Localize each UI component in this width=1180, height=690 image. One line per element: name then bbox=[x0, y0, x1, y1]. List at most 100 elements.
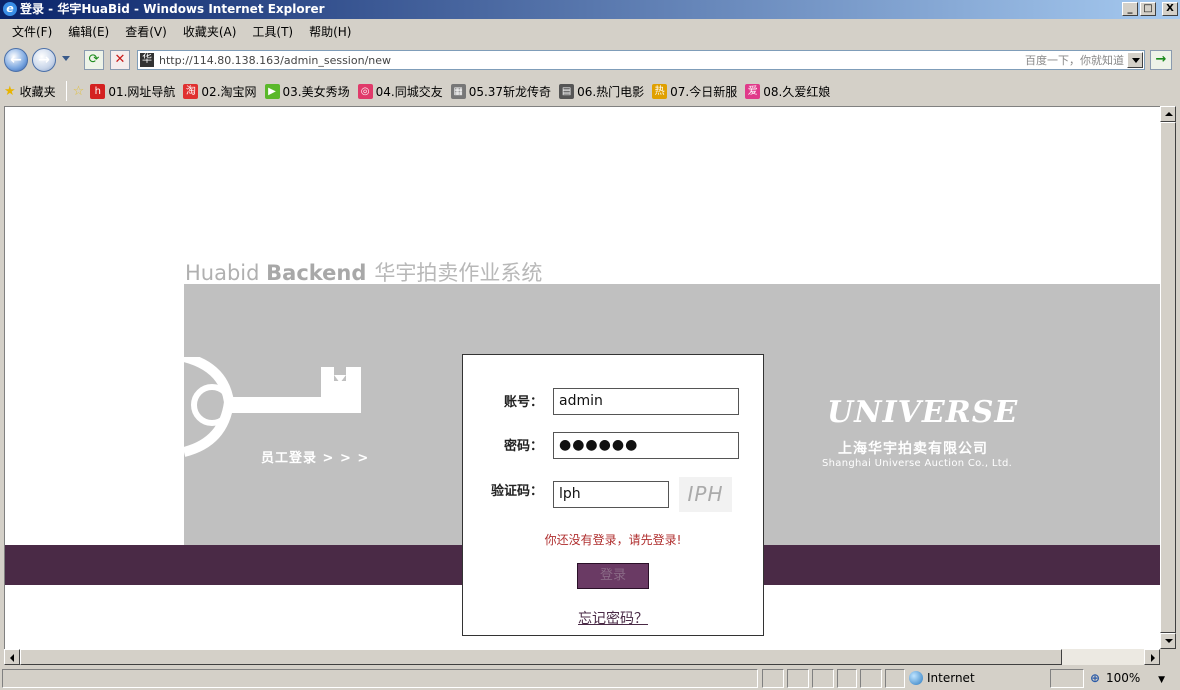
captcha-label: 验证码： bbox=[490, 484, 543, 499]
title-bar: e 登录 - 华宇HuaBid - Windows Internet Explo… bbox=[0, 0, 1180, 19]
forward-button[interactable]: → bbox=[32, 48, 56, 72]
favorites-star-icon[interactable]: ★ bbox=[4, 84, 16, 99]
favorites-button[interactable]: 收藏夹 bbox=[20, 83, 56, 100]
captcha-image[interactable]: IPH bbox=[679, 477, 732, 512]
vertical-scrollbar[interactable] bbox=[1160, 106, 1176, 649]
zoom-level: 100% bbox=[1106, 671, 1141, 685]
menu-file[interactable]: 文件(F) bbox=[4, 23, 60, 40]
menu-edit[interactable]: 编辑(E) bbox=[60, 23, 117, 40]
search-hint: 百度一下，你就知道 bbox=[1025, 54, 1124, 67]
favorite-label: 02.淘宝网 bbox=[201, 84, 257, 99]
go-button[interactable]: → bbox=[1150, 50, 1172, 70]
status-panel bbox=[812, 669, 834, 688]
favorite-label: 01.网址导航 bbox=[108, 84, 176, 99]
taobao-icon: 淘 bbox=[183, 83, 199, 99]
scroll-left-button[interactable] bbox=[4, 649, 20, 665]
window-title: 登录 - 华宇HuaBid - Windows Internet Explore… bbox=[20, 2, 325, 16]
refresh-button[interactable]: ⟳ bbox=[84, 50, 104, 70]
status-text-panel bbox=[2, 669, 758, 688]
menu-view[interactable]: 查看(V) bbox=[117, 23, 175, 40]
password-input[interactable]: ●●●●●● bbox=[553, 432, 739, 459]
favorite-label: 03.美女秀场 bbox=[282, 84, 350, 99]
zone-label: Internet bbox=[927, 671, 975, 685]
zoom-control[interactable]: ⊕ 100% ▼ bbox=[1088, 669, 1165, 688]
status-panel bbox=[787, 669, 809, 688]
building-icon: ▦ bbox=[450, 83, 466, 99]
login-button[interactable]: 登录 bbox=[577, 563, 649, 589]
film-icon: ▤ bbox=[559, 83, 575, 99]
favorite-link[interactable]: ▦ 05.37斩龙传奇 bbox=[450, 83, 552, 100]
status-bar: Internet ⊕ 100% ▼ bbox=[0, 667, 1180, 690]
horizontal-scrollbar[interactable] bbox=[4, 649, 1160, 665]
favorite-link[interactable]: ◎ 04.同城交友 bbox=[357, 83, 443, 100]
swirl-icon: ◎ bbox=[357, 83, 373, 99]
love-icon: 爱 bbox=[745, 83, 761, 99]
globe-icon bbox=[909, 671, 923, 685]
settings-icon[interactable] bbox=[1050, 669, 1084, 688]
favorite-label: 05.37斩龙传奇 bbox=[468, 84, 552, 99]
favorites-separator bbox=[65, 81, 67, 101]
favorite-link[interactable]: ▶ 03.美女秀场 bbox=[264, 83, 350, 100]
heading-bold: Backend bbox=[266, 261, 367, 285]
window-controls: _ □ X bbox=[1122, 2, 1178, 16]
play-icon: ▶ bbox=[264, 83, 280, 99]
add-favorite-icon[interactable]: ☆ bbox=[73, 84, 85, 99]
favorite-label: 04.同城交友 bbox=[375, 84, 443, 99]
menu-bar: 文件(F) 编辑(E) 查看(V) 收藏夹(A) 工具(T) 帮助(H) bbox=[0, 21, 1180, 42]
close-button[interactable]: X bbox=[1162, 2, 1178, 16]
privacy-icon[interactable] bbox=[837, 669, 857, 688]
favorite-link[interactable]: 淘 02.淘宝网 bbox=[183, 83, 257, 100]
login-form: 账号： admin 密码： ●●●●●● 验证码： lph IPH 你还没有登录… bbox=[462, 354, 764, 636]
maximize-button[interactable]: □ bbox=[1140, 2, 1156, 16]
favorite-link[interactable]: 爱 08.久爱红娘 bbox=[745, 83, 830, 100]
stop-button[interactable]: ✕ bbox=[110, 50, 130, 70]
status-panel bbox=[762, 669, 784, 688]
staff-login-label: 员工登录 > > > bbox=[261, 451, 370, 466]
error-message: 你还没有登录，请先登录! bbox=[544, 533, 682, 547]
favorites-bar: ★ 收藏夹 ☆ h 01.网址导航淘 02.淘宝网 ▶ 03.美女秀场 ◎ 04.同城交友 ▦… bbox=[0, 78, 1180, 104]
address-url[interactable]: http://114.80.138.163/admin_session/new bbox=[159, 51, 391, 70]
scroll-down-button[interactable] bbox=[1160, 633, 1176, 649]
scroll-right-button[interactable] bbox=[1144, 649, 1160, 665]
ie-logo-icon: e bbox=[3, 2, 17, 16]
password-label: 密码： bbox=[503, 439, 543, 454]
captcha-input[interactable]: lph bbox=[553, 481, 669, 508]
horizontal-scroll-thumb[interactable] bbox=[20, 649, 1062, 665]
ie-window: e 登录 - 华宇HuaBid - Windows Internet Explo… bbox=[0, 0, 1180, 690]
page-heading: Huabid Backend 华宇拍卖作业系统 bbox=[185, 257, 542, 287]
page-viewport: Huabid Backend 华宇拍卖作业系统 员工登录 > > > UNIVER… bbox=[4, 106, 1160, 649]
menu-tools[interactable]: 工具(T) bbox=[244, 23, 301, 40]
hao-icon: h bbox=[90, 83, 106, 99]
forgot-password-link[interactable]: 忘记密码？ bbox=[463, 608, 763, 628]
status-panel bbox=[885, 669, 905, 688]
security-zone: Internet bbox=[907, 669, 975, 688]
address-dropdown-button[interactable] bbox=[1127, 52, 1143, 68]
status-panel bbox=[860, 669, 882, 688]
universe-logo: UNIVERSE bbox=[827, 395, 1019, 430]
favorite-link[interactable]: 热 07.今日新服 bbox=[652, 83, 737, 100]
account-label: 账号： bbox=[503, 395, 543, 410]
navigation-bar: ← → ⟳ ✕ 华 http://114.80.138.163/admin_se… bbox=[0, 44, 1180, 76]
site-favicon: 华 bbox=[140, 53, 154, 67]
history-dropdown-icon[interactable] bbox=[62, 56, 70, 61]
account-input[interactable]: admin bbox=[553, 388, 739, 415]
back-button[interactable]: ← bbox=[4, 48, 28, 72]
favorite-label: 07.今日新服 bbox=[670, 84, 738, 99]
hot-icon: 热 bbox=[652, 83, 668, 99]
zoom-icon: ⊕ bbox=[1090, 671, 1101, 685]
heading-chinese: 华宇拍卖作业系统 bbox=[374, 261, 543, 285]
address-bar[interactable]: 华 http://114.80.138.163/admin_session/ne… bbox=[137, 50, 1145, 70]
favorite-label: 08.久爱红娘 bbox=[763, 84, 831, 99]
favorite-label: 06.热门电影 bbox=[577, 84, 645, 99]
vertical-scroll-thumb[interactable] bbox=[1160, 122, 1176, 633]
favorite-link[interactable]: ▤ 06.热门电影 bbox=[559, 83, 644, 100]
heading-light: Huabid bbox=[185, 261, 267, 285]
favorite-link[interactable]: h 01.网址导航 bbox=[90, 83, 175, 100]
menu-help[interactable]: 帮助(H) bbox=[301, 23, 359, 40]
scroll-up-button[interactable] bbox=[1160, 106, 1176, 122]
minimize-button[interactable]: _ bbox=[1122, 2, 1138, 16]
company-name-en: Shanghai Universe Auction Co., Ltd. bbox=[822, 458, 1013, 469]
company-name-cn: 上海华宇拍卖有限公司 bbox=[838, 441, 988, 457]
chevron-down-icon[interactable]: ▼ bbox=[1158, 675, 1165, 685]
menu-favorites[interactable]: 收藏夹(A) bbox=[175, 23, 245, 40]
